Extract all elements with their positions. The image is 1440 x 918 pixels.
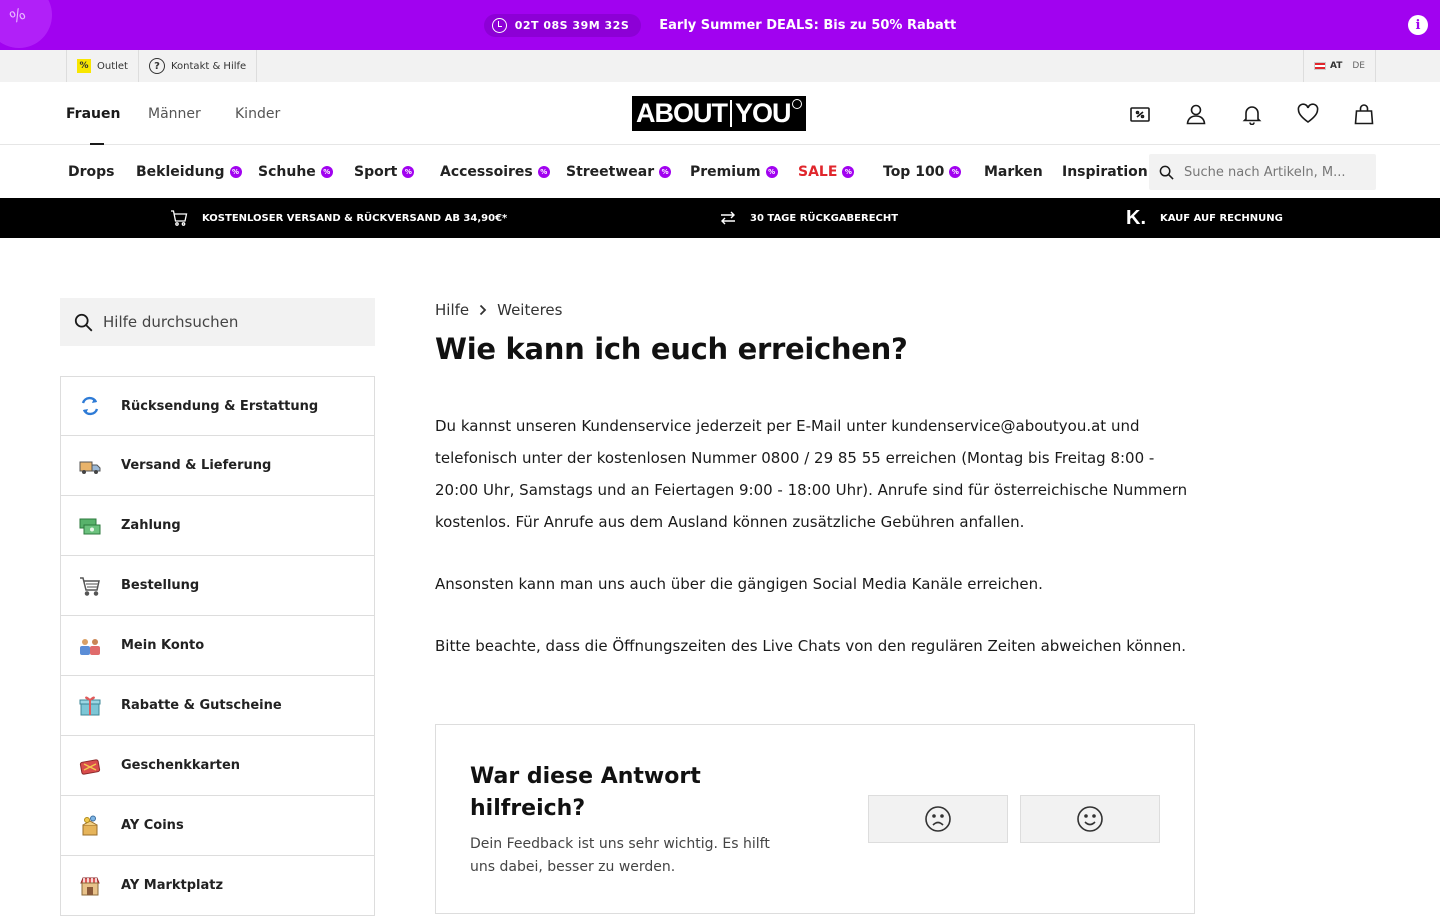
main-header: Frauen Männer Kinder ABOUT YOU (0, 82, 1440, 145)
usp-invoice: K. KAUF AUF RECHNUNG (1126, 206, 1283, 229)
usp-returns: 30 TAGE RÜCKGABERECHT (720, 198, 898, 238)
market-stall-icon (79, 875, 101, 897)
promo-text[interactable]: Early Summer DEALS: Bis zu 50% Rabatt (659, 18, 956, 33)
topic-ay-marktplatz[interactable]: AY Marktplatz (60, 856, 375, 916)
money-icon (79, 515, 101, 537)
nav-marken[interactable]: Marken (984, 145, 1043, 198)
feedback-subtitle: Dein Feedback ist uns sehr wichtig. Es h… (470, 836, 770, 875)
percent-dot-icon: % (320, 165, 333, 178)
topic-mein-konto[interactable]: Mein Konto (60, 616, 375, 676)
austria-flag-icon (1313, 62, 1326, 70)
lang-de[interactable]: DE (1352, 61, 1365, 71)
voucher-icon[interactable] (1129, 103, 1151, 125)
countdown-text: 02T 08S 39M 32S (514, 18, 630, 32)
nav-schuhe[interactable]: Schuhe% (258, 145, 333, 198)
nav-streetwear[interactable]: Streetwear% (566, 145, 672, 198)
nav-sport[interactable]: Sport% (354, 145, 415, 198)
nav-drops[interactable]: Drops (68, 145, 115, 198)
topic-zahlung[interactable]: Zahlung (60, 496, 375, 556)
usp-shipping: KOSTENLOSER VERSAND & RÜCKVERSAND AB 34,… (170, 198, 507, 238)
search-icon (1159, 165, 1174, 180)
nav-top-100[interactable]: Top 100% (883, 145, 962, 198)
country-language-switch[interactable]: AT DE (1302, 50, 1376, 82)
help-topic-list: Rücksendung & Erstattung Versand & Liefe… (60, 376, 375, 916)
chevron-right-icon (479, 304, 487, 316)
percent-dot-icon: % (229, 165, 242, 178)
feedback-helpful-button[interactable] (1020, 795, 1160, 843)
topic-geschenkkarten[interactable]: Geschenkkarten (60, 736, 375, 796)
product-search[interactable] (1149, 154, 1376, 190)
happy-face-icon (1077, 806, 1103, 832)
page-title: Wie kann ich euch erreichen? (435, 332, 908, 366)
feedback-title: War diese Antwort hilfreich? (470, 764, 701, 821)
product-search-input[interactable] (1184, 164, 1364, 180)
people-icon (79, 635, 101, 657)
breadcrumb-hilfe[interactable]: Hilfe (435, 301, 469, 319)
gift-card-icon (79, 755, 101, 777)
nav-sale[interactable]: SALE% (798, 145, 855, 198)
tab-frauen[interactable]: Frauen (66, 82, 120, 145)
help-search[interactable] (60, 298, 375, 346)
contact-help-link[interactable]: ? Kontakt & Hilfe (139, 50, 258, 82)
feedback-unhelpful-button[interactable] (868, 795, 1008, 843)
topic-versand[interactable]: Versand & Lieferung (60, 436, 375, 496)
account-icon[interactable] (1185, 103, 1207, 125)
clock-icon (491, 17, 507, 33)
sad-face-icon (925, 806, 951, 832)
tab-kinder[interactable]: Kinder (235, 82, 280, 145)
article-paragraph: Ansonsten kann man uns auch über die gän… (435, 575, 1043, 593)
tab-maenner[interactable]: Männer (148, 82, 201, 145)
nav-bekleidung[interactable]: Bekleidung% (136, 145, 242, 198)
heart-icon[interactable] (1297, 103, 1319, 125)
question-icon: ? (149, 58, 165, 74)
delivery-truck-icon (79, 455, 101, 477)
topic-ruecksendung[interactable]: Rücksendung & Erstattung (60, 376, 375, 436)
promo-decoration: % (0, 0, 60, 50)
percent-dot-icon: % (659, 165, 672, 178)
percent-dot-icon: % (765, 165, 778, 178)
category-nav: Drops Bekleidung% Schuhe% Sport% Accesso… (0, 145, 1440, 198)
promo-bar[interactable]: % 02T 08S 39M 32S Early Summer DEALS: Bi… (0, 0, 1440, 50)
article-paragraph: Du kannst unseren Kundenservice jederzei… (435, 417, 1188, 531)
outlet-label: Outlet (97, 60, 128, 72)
return-arrows-icon (721, 211, 735, 225)
nav-inspiration[interactable]: Inspiration (1062, 145, 1148, 198)
feedback-box: War diese Antwort hilfreich? Dein Feedba… (435, 724, 1195, 914)
topic-bestellung[interactable]: Bestellung (60, 556, 375, 616)
nav-premium[interactable]: Premium% (690, 145, 778, 198)
countdown-badge: 02T 08S 39M 32S (483, 13, 642, 37)
cart-icon (171, 210, 188, 226)
percent-badge-icon: % (77, 59, 91, 73)
bell-icon[interactable] (1241, 103, 1263, 126)
help-search-input[interactable] (103, 313, 363, 331)
outlet-link[interactable]: % Outlet (66, 50, 139, 82)
search-icon (74, 313, 93, 331)
klarna-logo-icon: K. (1126, 206, 1146, 229)
percent-dot-icon: % (402, 165, 415, 178)
coin-box-icon (79, 815, 101, 837)
percent-dot-icon: % (949, 165, 962, 178)
gift-icon (79, 695, 101, 717)
percent-dot-icon: % (842, 165, 855, 178)
breadcrumb-weiteres[interactable]: Weiteres (497, 301, 562, 319)
article-paragraph: Bitte beachte, dass die Öffnungszeiten d… (435, 637, 1187, 655)
shopping-cart-icon (79, 575, 101, 597)
lang-at: AT (1329, 61, 1343, 71)
topic-ay-coins[interactable]: AY Coins (60, 796, 375, 856)
shopping-bag-icon[interactable] (1353, 103, 1375, 125)
breadcrumb: Hilfe Weiteres (435, 298, 562, 322)
service-bar: % Outlet ? Kontakt & Hilfe AT DE (0, 50, 1440, 82)
contact-help-label: Kontakt & Hilfe (171, 60, 247, 72)
topic-rabatte[interactable]: Rabatte & Gutscheine (60, 676, 375, 736)
percent-dot-icon: % (537, 165, 550, 178)
return-box-icon (79, 395, 101, 417)
info-icon[interactable]: i (1408, 15, 1428, 35)
nav-accessoires[interactable]: Accessoires% (440, 145, 550, 198)
about-you-logo[interactable]: ABOUT YOU (632, 96, 806, 131)
usp-bar: KOSTENLOSER VERSAND & RÜCKVERSAND AB 34,… (0, 198, 1440, 238)
